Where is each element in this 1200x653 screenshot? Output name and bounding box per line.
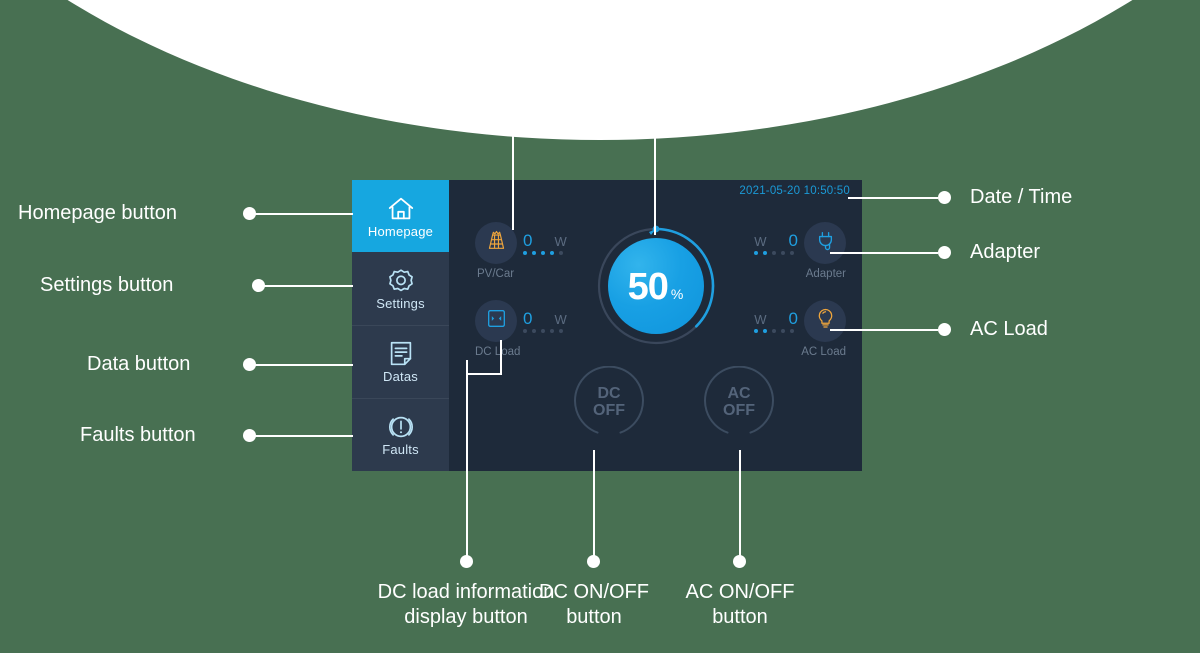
ac-toggle-label: AC OFF [723,385,755,419]
annotation-dot [460,555,473,568]
annotation-line [848,196,938,199]
ac-toggle-line2: OFF [723,402,755,419]
annotation-line [830,328,938,331]
dc-toggle-line2: OFF [593,402,625,419]
annotation-dc-onoff: DC ON/OFF button [519,580,669,630]
annotation-line [593,450,595,560]
annotation-line2: button [712,606,768,628]
annotation-dot [938,323,951,336]
annotation-dot [938,246,951,259]
annotation-line1: DC ON/OFF [539,581,649,603]
annotation-dot [938,191,951,204]
annotation-line [466,360,468,374]
annotation-ac-onoff: AC ON/OFF button [665,580,815,630]
annotation-line [253,434,353,437]
annotation-ac-load: AC Load [970,318,1048,340]
annotation-layer: Homepage button Settings button Data but… [0,0,1200,653]
annotation-line [654,115,656,235]
annotation-settings-button: Settings button [40,274,174,296]
annotation-date-time: Date / Time [970,186,1073,208]
ac-toggle-line1: AC [727,385,751,402]
annotation-line [466,373,468,560]
dc-toggle-label: DC OFF [593,385,625,419]
annotation-adapter: Adapter [970,241,1041,263]
annotation-line [500,340,502,374]
annotation-line [830,251,938,254]
dc-toggle-line1: DC [597,385,621,402]
annotation-homepage-button: Homepage button [18,202,178,224]
annotation-line [739,450,741,560]
annotation-dot [733,555,746,568]
annotation-line1: AC ON/OFF [685,581,795,603]
annotation-line2: button [566,606,622,628]
annotation-line [512,100,514,230]
annotation-line [253,363,353,366]
annotation-line [262,284,353,287]
annotation-line [466,373,502,375]
annotation-data-button: Data button [87,353,191,375]
annotation-dot [587,555,600,568]
annotation-line [253,212,353,215]
annotation-faults-button: Faults button [80,424,196,446]
